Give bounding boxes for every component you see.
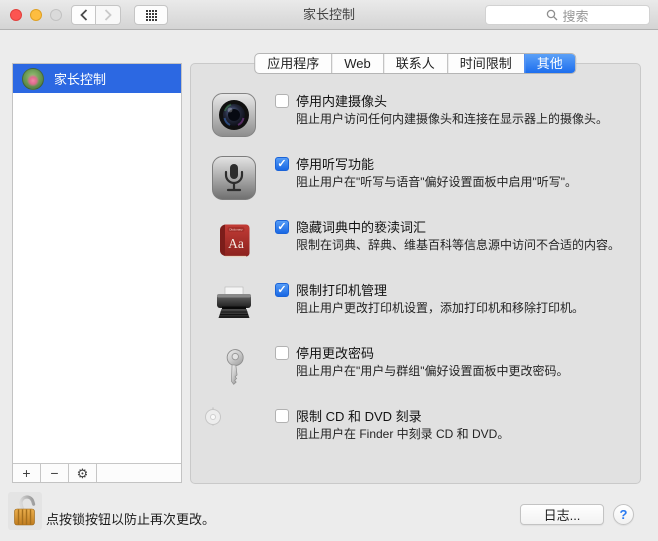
logs-button[interactable]: 日志...: [520, 504, 604, 525]
dictionary-icon: Dictionary Aa: [212, 219, 256, 263]
microphone-icon: [212, 156, 256, 200]
checkbox-disable-camera[interactable]: ✓: [275, 94, 289, 108]
checkbox-disable-password-change[interactable]: ✓: [275, 346, 289, 360]
setting-title: 停用更改密码: [296, 345, 569, 362]
printer-icon: [212, 282, 256, 326]
setting-title: 限制 CD 和 DVD 刻录: [296, 408, 509, 425]
parental-controls-window: 家长控制 搜索 家长控制 + − ⚙ 应用程序 Web 联系人 时间限制 其他: [0, 0, 658, 541]
setting-row-dictation: ✓ 停用听写功能 阻止用户在"听写与语音"偏好设置面板中启用"听写"。: [212, 156, 630, 200]
checkbox-disable-dictation[interactable]: ✓: [275, 157, 289, 171]
setting-row-password: ✓ 停用更改密码 阻止用户在"用户与群组"偏好设置面板中更改密码。: [212, 345, 630, 389]
setting-title: 限制打印机管理: [296, 282, 584, 299]
setting-row-printer: ✓ 限制打印机管理 阻止用户更改打印机设置，添加打印机和移除打印机。: [212, 282, 630, 326]
checkbox-restrict-burning[interactable]: ✓: [275, 409, 289, 423]
check-icon: ✓: [277, 222, 286, 233]
tab-apps[interactable]: 应用程序: [255, 54, 331, 73]
sidebar-actions: + − ⚙: [13, 463, 181, 482]
lock-button[interactable]: [8, 492, 42, 530]
setting-title: 停用听写功能: [296, 156, 577, 173]
setting-row-camera: ✓ 停用内建摄像头 阻止用户访问任何内建摄像头和连接在显示器上的摄像头。: [212, 93, 630, 137]
key-icon: [212, 345, 256, 389]
tab-other[interactable]: 其他: [524, 54, 575, 73]
remove-user-button[interactable]: −: [41, 464, 69, 482]
add-user-button[interactable]: +: [13, 464, 41, 482]
check-icon: ✓: [277, 159, 286, 170]
check-icon: ✓: [277, 285, 286, 296]
setting-row-dictionary: Dictionary Aa ✓ 隐藏词典中的亵渎词汇 限制在词典、辞典、维基百科…: [212, 219, 630, 263]
sidebar-item-parental-controls[interactable]: 家长控制: [13, 64, 181, 93]
tab-people[interactable]: 联系人: [383, 54, 447, 73]
tab-web[interactable]: Web: [331, 54, 383, 73]
user-list: 家长控制 + − ⚙: [12, 63, 182, 483]
setting-title: 停用内建摄像头: [296, 93, 608, 110]
user-avatar: [22, 68, 44, 90]
user-name: 家长控制: [54, 69, 106, 88]
title-bar: 家长控制 搜索: [0, 0, 658, 30]
setting-description: 阻止用户更改打印机设置，添加打印机和移除打印机。: [296, 301, 584, 316]
lock-hint-text: 点按锁按钮以防止再次更改。: [46, 509, 215, 528]
setting-title: 隐藏词典中的亵渎词汇: [296, 219, 620, 236]
search-placeholder: 搜索: [562, 6, 588, 25]
help-button[interactable]: ?: [613, 504, 634, 525]
search-input[interactable]: 搜索: [485, 5, 650, 25]
tab-bar: 应用程序 Web 联系人 时间限制 其他: [254, 53, 576, 74]
setting-description: 阻止用户访问任何内建摄像头和连接在显示器上的摄像头。: [296, 112, 608, 127]
camera-icon: [212, 93, 256, 137]
checkbox-hide-profanity[interactable]: ✓: [275, 220, 289, 234]
setting-row-burning: ✓ 限制 CD 和 DVD 刻录 阻止用户在 Finder 中刻录 CD 和 D…: [212, 408, 630, 452]
setting-description: 阻止用户在 Finder 中刻录 CD 和 DVD。: [296, 427, 509, 442]
search-icon: [546, 9, 558, 21]
disc-icon: [212, 408, 256, 452]
dictionary-banner-text: Dictionary: [229, 228, 243, 232]
setting-description: 阻止用户在"用户与群组"偏好设置面板中更改密码。: [296, 364, 569, 379]
other-tab-panel: ✓ 停用内建摄像头 阻止用户访问任何内建摄像头和连接在显示器上的摄像头。: [190, 63, 641, 484]
checkbox-restrict-printer[interactable]: ✓: [275, 283, 289, 297]
gear-menu-button[interactable]: ⚙: [69, 464, 97, 482]
tab-time-limits[interactable]: 时间限制: [447, 54, 524, 73]
unlocked-lock-icon: [12, 494, 38, 528]
setting-description: 限制在词典、辞典、维基百科等信息源中访问不合适的内容。: [296, 238, 620, 253]
setting-description: 阻止用户在"听写与语音"偏好设置面板中启用"听写"。: [296, 175, 577, 190]
dictionary-aa-text: Aa: [228, 236, 244, 251]
